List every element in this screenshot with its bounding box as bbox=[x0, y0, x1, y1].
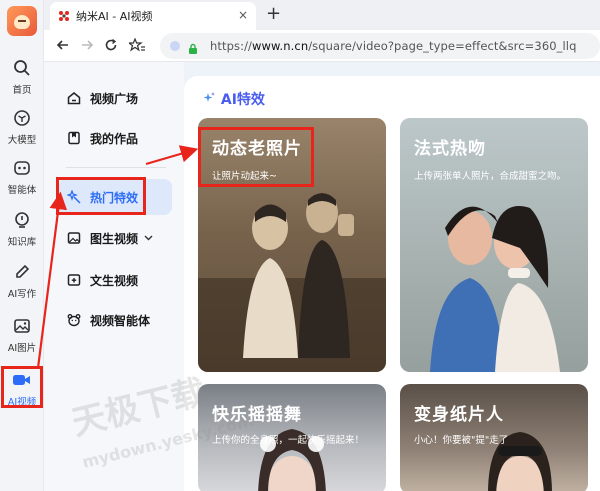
site-info-icon[interactable] bbox=[170, 41, 180, 51]
tab-title: 纳米AI - AI视频 bbox=[76, 10, 153, 23]
back-icon[interactable] bbox=[54, 36, 72, 54]
card-subtitle: 小心！你要被"提"走了 bbox=[414, 435, 509, 446]
screen: 首页 大模型 智能体 知识库 AI写作 AI图片 AI视频 纳米AI - AI视… bbox=[0, 0, 600, 491]
browser-toolbar: https://www.n.cn/square/video?page_type=… bbox=[44, 30, 600, 62]
card-title: 变身纸片人 bbox=[414, 405, 504, 425]
sidebar-item-home[interactable]: 首页 bbox=[0, 52, 44, 102]
sidebar-item-label: 智能体 bbox=[7, 185, 37, 196]
forward-icon[interactable] bbox=[78, 36, 96, 54]
nav-item-label: 视频智能体 bbox=[90, 313, 151, 328]
video-nav-panel: 视频广场 我的作品 热门特效 图生视频 文生视频 视频智能体 bbox=[44, 62, 184, 491]
new-tab-button[interactable]: + bbox=[266, 3, 281, 24]
effect-card-happy-dance[interactable]: 快乐摇摇舞 上传你的全身照，一起快乐摇起来！ bbox=[198, 384, 386, 491]
bear-icon bbox=[66, 312, 82, 328]
lock-icon bbox=[188, 40, 198, 59]
agent-icon bbox=[11, 157, 33, 179]
pen-icon bbox=[11, 261, 33, 283]
sidebar-item-models[interactable]: 大模型 bbox=[0, 102, 44, 152]
card-title: 快乐摇摇舞 bbox=[212, 405, 302, 425]
image-icon bbox=[11, 315, 33, 337]
nav-item-my-works[interactable]: 我的作品 bbox=[58, 120, 176, 156]
bookmark-icon bbox=[66, 130, 82, 146]
nav-item-video-agent[interactable]: 视频智能体 bbox=[58, 302, 176, 338]
sparkle-icon bbox=[202, 91, 216, 109]
nav-item-video-square[interactable]: 视频广场 bbox=[58, 80, 176, 116]
effect-card-paper-doll[interactable]: 变身纸片人 小心！你要被"提"走了 bbox=[400, 384, 588, 491]
chevron-down-icon[interactable] bbox=[144, 233, 153, 244]
tab-close-icon[interactable]: × bbox=[238, 8, 248, 22]
tab-bar: 纳米AI - AI视频 × + bbox=[44, 0, 600, 30]
favicon-icon bbox=[58, 10, 70, 22]
content-area: 视频广场 我的作品 热门特效 图生视频 文生视频 视频智能体 AI特效 动态老照… bbox=[44, 62, 600, 491]
card-subtitle: 上传你的全身照，一起快乐摇起来！ bbox=[212, 435, 365, 446]
reload-icon[interactable] bbox=[102, 36, 120, 54]
card-title: 法式热吻 bbox=[414, 139, 486, 159]
section-title: AI特效 bbox=[202, 89, 265, 109]
cube-icon bbox=[11, 107, 33, 129]
address-bar[interactable]: https://www.n.cn/square/video?page_type=… bbox=[160, 33, 600, 59]
home-icon bbox=[66, 90, 82, 106]
sidebar-item-agents[interactable]: 智能体 bbox=[0, 152, 44, 202]
nav-divider bbox=[66, 167, 166, 168]
nav-item-label: 视频广场 bbox=[90, 91, 139, 106]
highlight-old-photo-card bbox=[198, 127, 314, 187]
sidebar-item-writing[interactable]: AI写作 bbox=[0, 256, 44, 306]
highlight-hot-effects bbox=[56, 177, 146, 215]
nav-item-label: 我的作品 bbox=[90, 131, 139, 146]
sidebar-item-label: AI图片 bbox=[7, 343, 37, 354]
sidebar-item-images[interactable]: AI图片 bbox=[0, 310, 44, 360]
text-video-icon bbox=[66, 272, 82, 288]
star-list-icon[interactable] bbox=[128, 36, 146, 54]
nav-item-label: 图生视频 bbox=[90, 231, 139, 246]
app-logo[interactable] bbox=[7, 6, 37, 36]
app-sidebar: 首页 大模型 智能体 知识库 AI写作 AI图片 AI视频 bbox=[0, 0, 44, 491]
browser-tab[interactable]: 纳米AI - AI视频 × bbox=[50, 2, 256, 30]
highlight-video-sidebar bbox=[1, 366, 43, 408]
lightbulb-icon bbox=[11, 209, 33, 231]
effect-card-french-kiss[interactable]: 法式热吻 上传两张单人照片，合成甜蜜之吻。 bbox=[400, 118, 588, 372]
nav-item-label: 文生视频 bbox=[90, 273, 139, 288]
sidebar-item-knowledge[interactable]: 知识库 bbox=[0, 204, 44, 254]
nav-item-text-to-video[interactable]: 文生视频 bbox=[58, 262, 176, 298]
nav-item-image-to-video[interactable]: 图生视频 bbox=[58, 220, 176, 256]
card-subtitle: 上传两张单人照片，合成甜蜜之吻。 bbox=[414, 171, 567, 182]
sidebar-item-label: 大模型 bbox=[7, 135, 37, 146]
picture-icon bbox=[66, 230, 82, 246]
sidebar-item-label: 首页 bbox=[12, 85, 32, 96]
url-text[interactable]: https://www.n.cn/square/video?page_type=… bbox=[210, 39, 577, 53]
sidebar-item-label: 知识库 bbox=[7, 237, 37, 248]
sidebar-item-label: AI写作 bbox=[7, 289, 37, 300]
search-icon bbox=[11, 57, 33, 79]
